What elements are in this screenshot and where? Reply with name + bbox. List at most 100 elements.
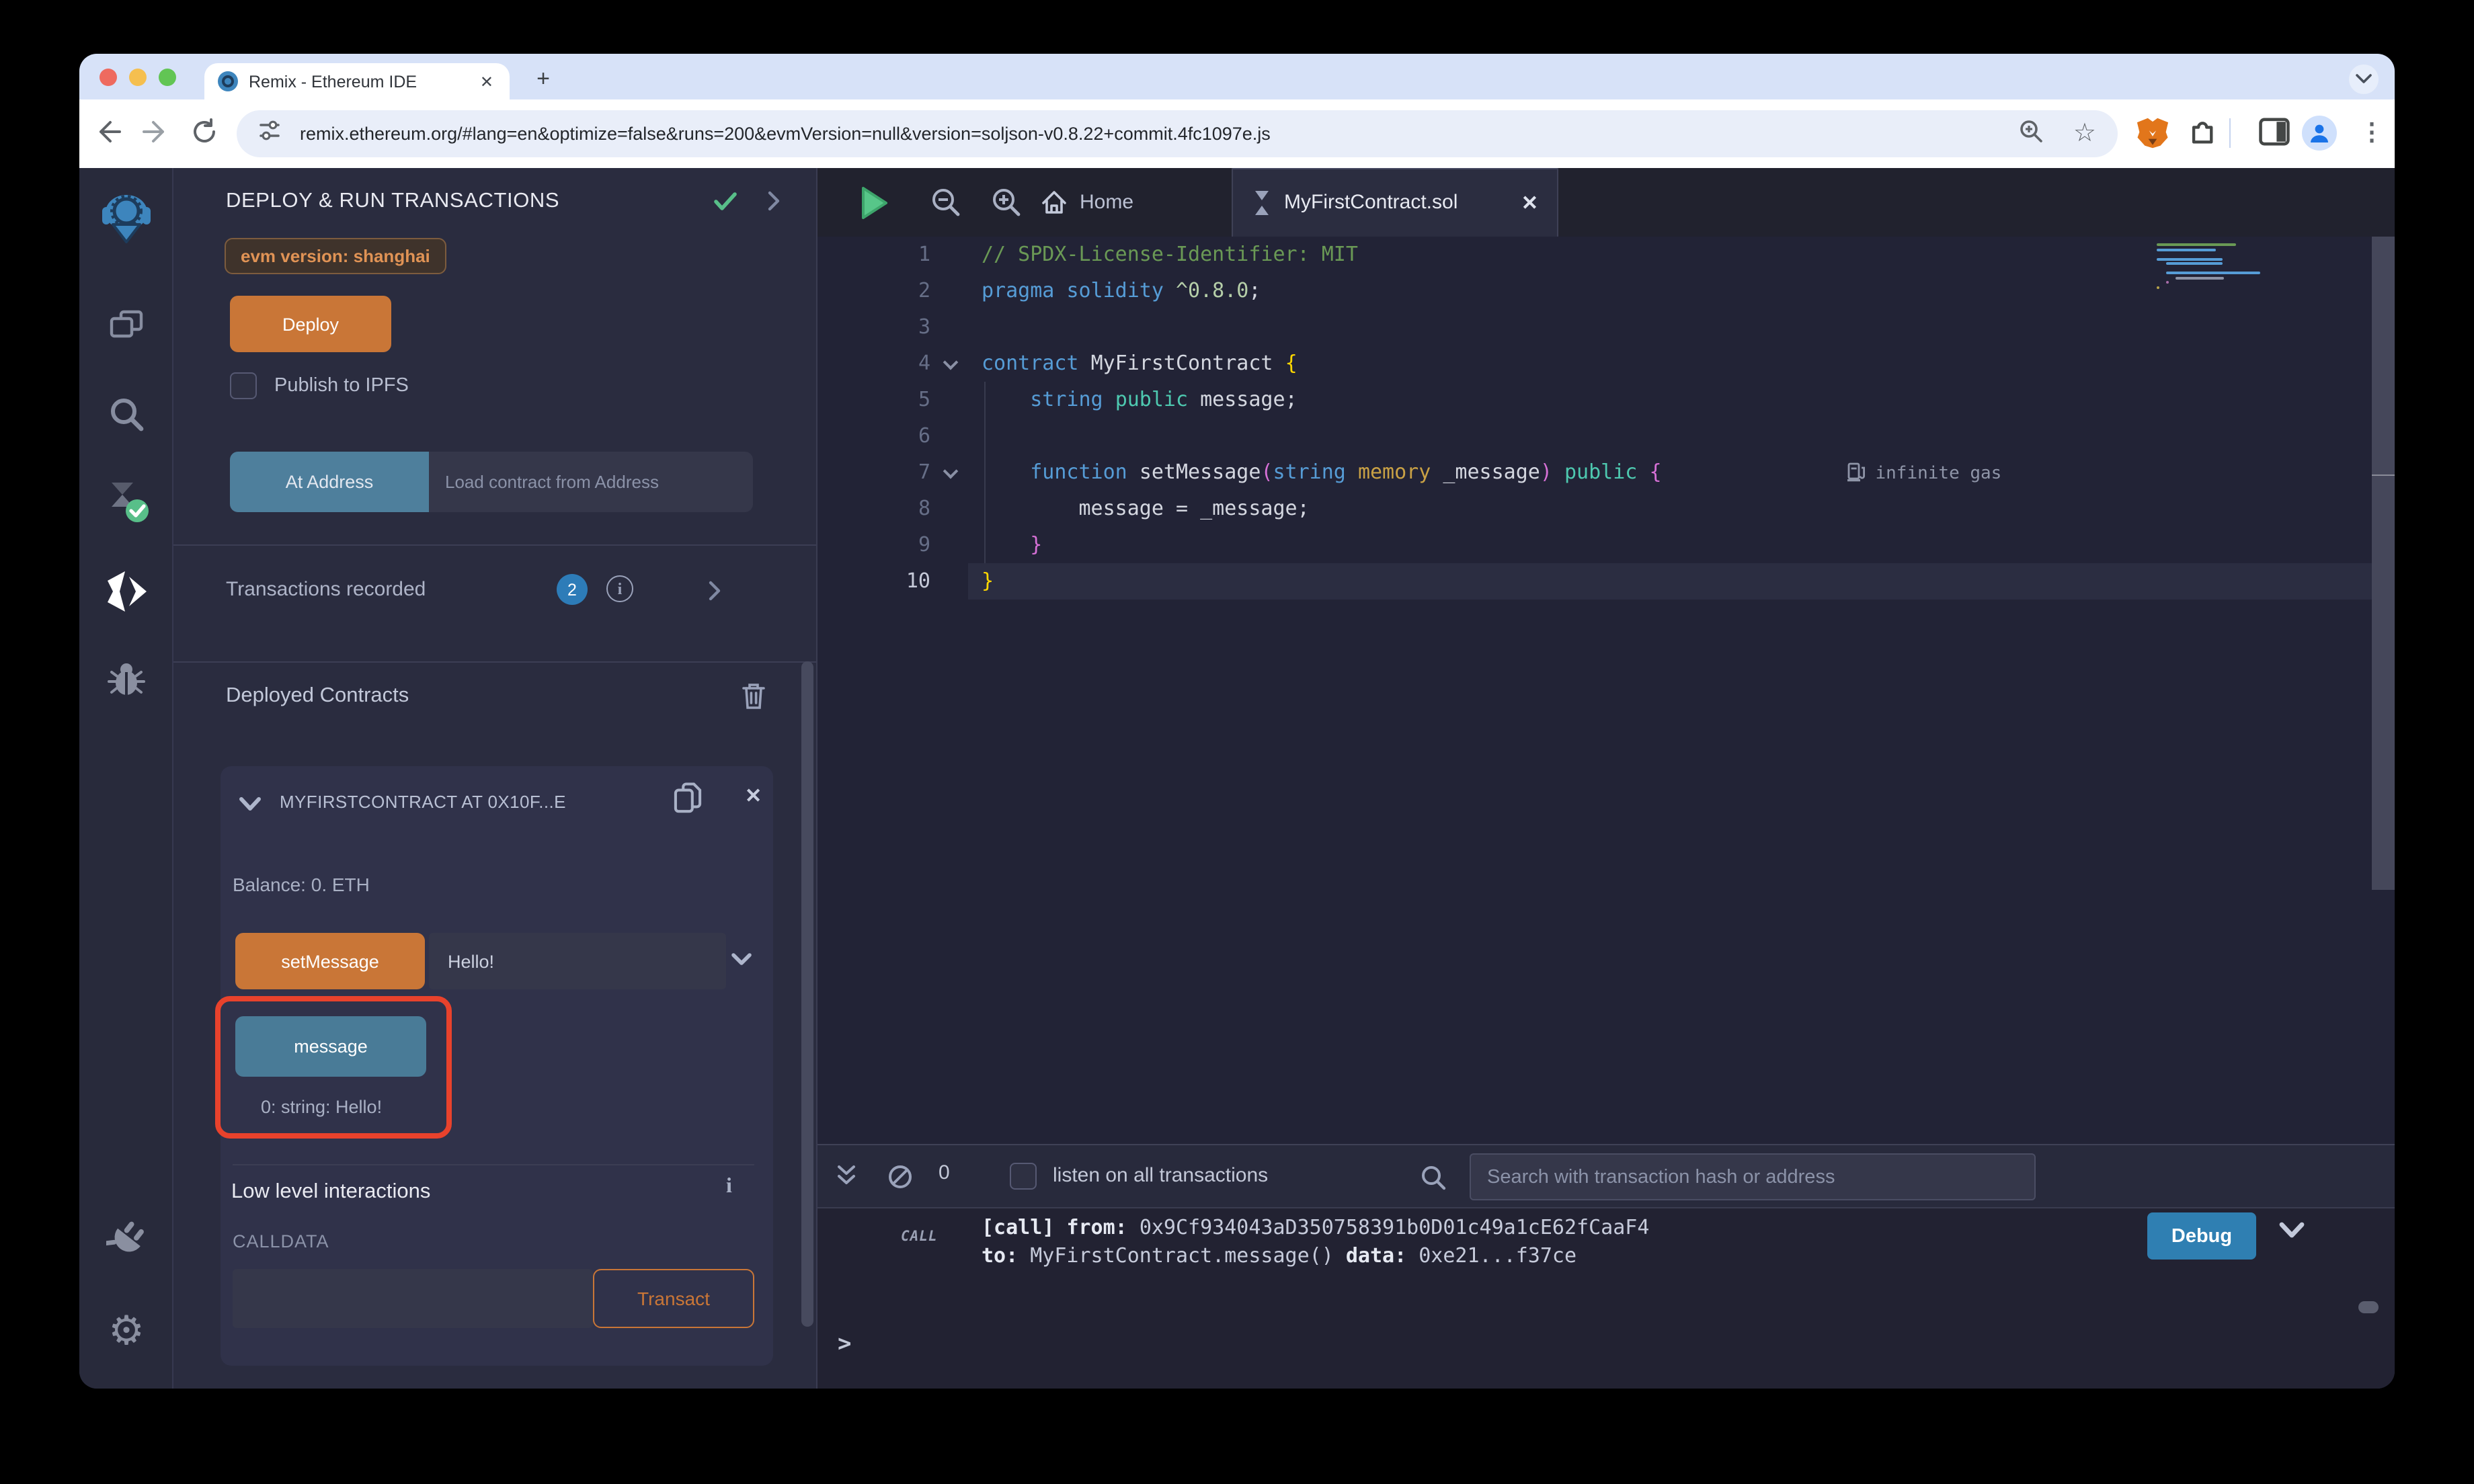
code-line[interactable] (982, 309, 2260, 345)
fold-chevron-icon[interactable] (943, 463, 959, 479)
code-line[interactable]: } (982, 527, 2260, 563)
files-icon (108, 306, 145, 344)
message-button[interactable]: message (235, 1016, 426, 1077)
editor-scrollbar-thumb[interactable] (2372, 237, 2395, 890)
extensions-puzzle-icon[interactable] (2185, 116, 2217, 155)
editor-gutter: 12345678910 (817, 237, 979, 600)
terminal: 0 listen on all transactions CALL [call]… (817, 1144, 2395, 1389)
zoom-in-icon[interactable] (991, 187, 1022, 224)
site-settings-icon[interactable] (258, 119, 281, 149)
line-number: 9 (817, 527, 979, 563)
sidebar-item-search[interactable] (79, 395, 173, 433)
minimap-line (2166, 272, 2260, 274)
at-address-input[interactable] (429, 452, 753, 512)
code-line[interactable]: message = _message; (982, 491, 2260, 527)
screen: Remix - Ethereum IDE ✕ + re (0, 0, 2474, 1484)
tab-close-icon[interactable]: ✕ (1521, 190, 1538, 214)
solidity-compiler-icon (102, 480, 151, 523)
url-text[interactable]: remix.ethereum.org/#lang=en&optimize=fal… (300, 124, 2018, 144)
transactions-expand-chevron-icon[interactable] (709, 581, 721, 608)
close-window-button[interactable] (99, 69, 117, 86)
card-divider (233, 1164, 754, 1165)
reload-button[interactable] (187, 117, 222, 152)
code-line[interactable]: } (982, 563, 2260, 600)
sidebar-item-file-explorer[interactable] (79, 306, 173, 344)
tab-myfirstcontract[interactable]: MyFirstContract.sol ✕ (1232, 168, 1558, 237)
code-line[interactable]: pragma solidity ^0.8.0; (982, 273, 2260, 309)
browser-tabstrip: Remix - Ethereum IDE ✕ + (79, 54, 2395, 99)
browser-tab[interactable]: Remix - Ethereum IDE ✕ (204, 63, 510, 99)
terminal-log-line2[interactable]: to: MyFirstContract.message() data: 0xe2… (982, 1243, 1577, 1268)
tab-home[interactable]: Home (1030, 168, 1144, 237)
expand-terminal-icon[interactable] (836, 1164, 856, 1194)
contract-close-icon[interactable]: ✕ (745, 784, 762, 808)
zoom-out-icon[interactable] (930, 187, 961, 224)
main-area: Home MyFirstContract.sol ✕ 12345678910 /… (817, 168, 2395, 1389)
terminal-search-icon (1420, 1164, 1447, 1198)
terminal-log-line1[interactable]: [call] from: 0x9Cf934043aD350758391b0D01… (982, 1215, 1649, 1239)
chevron-down-icon (2356, 74, 2372, 85)
minimap[interactable] (2154, 241, 2264, 290)
sidebar-item-settings[interactable]: ⚙ (79, 1308, 173, 1355)
forward-button[interactable] (138, 117, 173, 152)
run-script-icon[interactable] (861, 187, 887, 226)
editor-scrollbar-divider (2372, 475, 2395, 476)
set-message-input[interactable] (429, 933, 726, 989)
editor-scrollbar[interactable] (2372, 237, 2395, 1144)
back-button[interactable] (90, 117, 125, 152)
publish-ipfs-checkbox[interactable] (230, 372, 257, 399)
code-line[interactable]: string public message; (982, 382, 2260, 418)
trash-icon[interactable] (741, 682, 766, 716)
code-line[interactable] (982, 418, 2260, 454)
maximize-window-button[interactable] (159, 69, 176, 86)
split-view-icon[interactable] (2258, 116, 2291, 155)
home-icon (1041, 190, 1068, 215)
side-panel-scrollbar[interactable] (801, 661, 813, 1327)
sidebar-item-deploy-run[interactable] (79, 571, 173, 612)
panel-title: DEPLOY & RUN TRANSACTIONS (226, 190, 559, 214)
fold-chevron-icon[interactable] (943, 354, 959, 370)
tab-search-button[interactable] (2349, 65, 2379, 94)
browser-menu-icon[interactable]: ⋮ (2360, 118, 2384, 147)
profile-avatar[interactable] (2302, 116, 2337, 151)
listen-transactions-checkbox[interactable] (1010, 1163, 1037, 1190)
sidebar-item-debugger[interactable] (79, 659, 173, 699)
set-message-expand-chevron-icon[interactable] (731, 949, 752, 973)
code-editor[interactable]: 12345678910 // SPDX-License-Identifier: … (817, 237, 2395, 1144)
set-message-button[interactable]: setMessage (235, 933, 425, 989)
transactions-info-icon[interactable]: i (606, 575, 633, 602)
low-level-info-icon[interactable]: i (726, 1175, 732, 1199)
minimap-line (2157, 248, 2215, 251)
sidebar-item-plugin-manager[interactable] (79, 1221, 173, 1261)
line-number: 5 (817, 382, 979, 418)
new-tab-button[interactable]: + (528, 65, 558, 94)
metamask-extension-icon[interactable] (2135, 116, 2170, 157)
browser-window: Remix - Ethereum IDE ✕ + re (79, 54, 2395, 1389)
terminal-scroll-indicator (2358, 1301, 2379, 1313)
zoom-page-icon[interactable] (2018, 118, 2044, 150)
at-address-button[interactable]: At Address (230, 452, 429, 512)
copy-address-icon[interactable] (672, 781, 703, 823)
code-line[interactable]: contract MyFirstContract { (982, 345, 2260, 382)
contract-instance-name[interactable]: MYFIRSTCONTRACT AT 0X10F...E (280, 792, 667, 812)
terminal-prompt[interactable]: > (838, 1331, 852, 1358)
code-line[interactable]: function setMessage(string memory _messa… (982, 454, 2260, 491)
minimize-window-button[interactable] (129, 69, 147, 86)
transact-button[interactable]: Transact (593, 1269, 754, 1328)
log-collapse-chevron-icon[interactable] (2279, 1222, 2305, 1246)
clear-console-icon[interactable] (887, 1164, 913, 1196)
calldata-input[interactable] (233, 1269, 593, 1328)
deploy-button[interactable]: Deploy (230, 296, 391, 352)
url-bar[interactable]: remix.ethereum.org/#lang=en&optimize=fal… (237, 110, 2118, 157)
search-icon (108, 395, 145, 433)
sidebar-item-solidity-compiler[interactable] (79, 480, 173, 523)
contract-balance: Balance: 0. ETH (233, 874, 370, 895)
back-arrow-icon (93, 117, 122, 147)
tab-close-icon[interactable]: ✕ (477, 72, 496, 91)
code-line[interactable]: // SPDX-License-Identifier: MIT (982, 237, 2260, 273)
terminal-search-input[interactable] (1470, 1153, 2036, 1200)
contract-collapse-chevron-icon[interactable] (239, 794, 261, 819)
bookmark-star-icon[interactable]: ☆ (2073, 118, 2096, 149)
debug-button[interactable]: Debug (2147, 1212, 2256, 1260)
panel-expand-chevron-icon[interactable] (768, 191, 780, 218)
